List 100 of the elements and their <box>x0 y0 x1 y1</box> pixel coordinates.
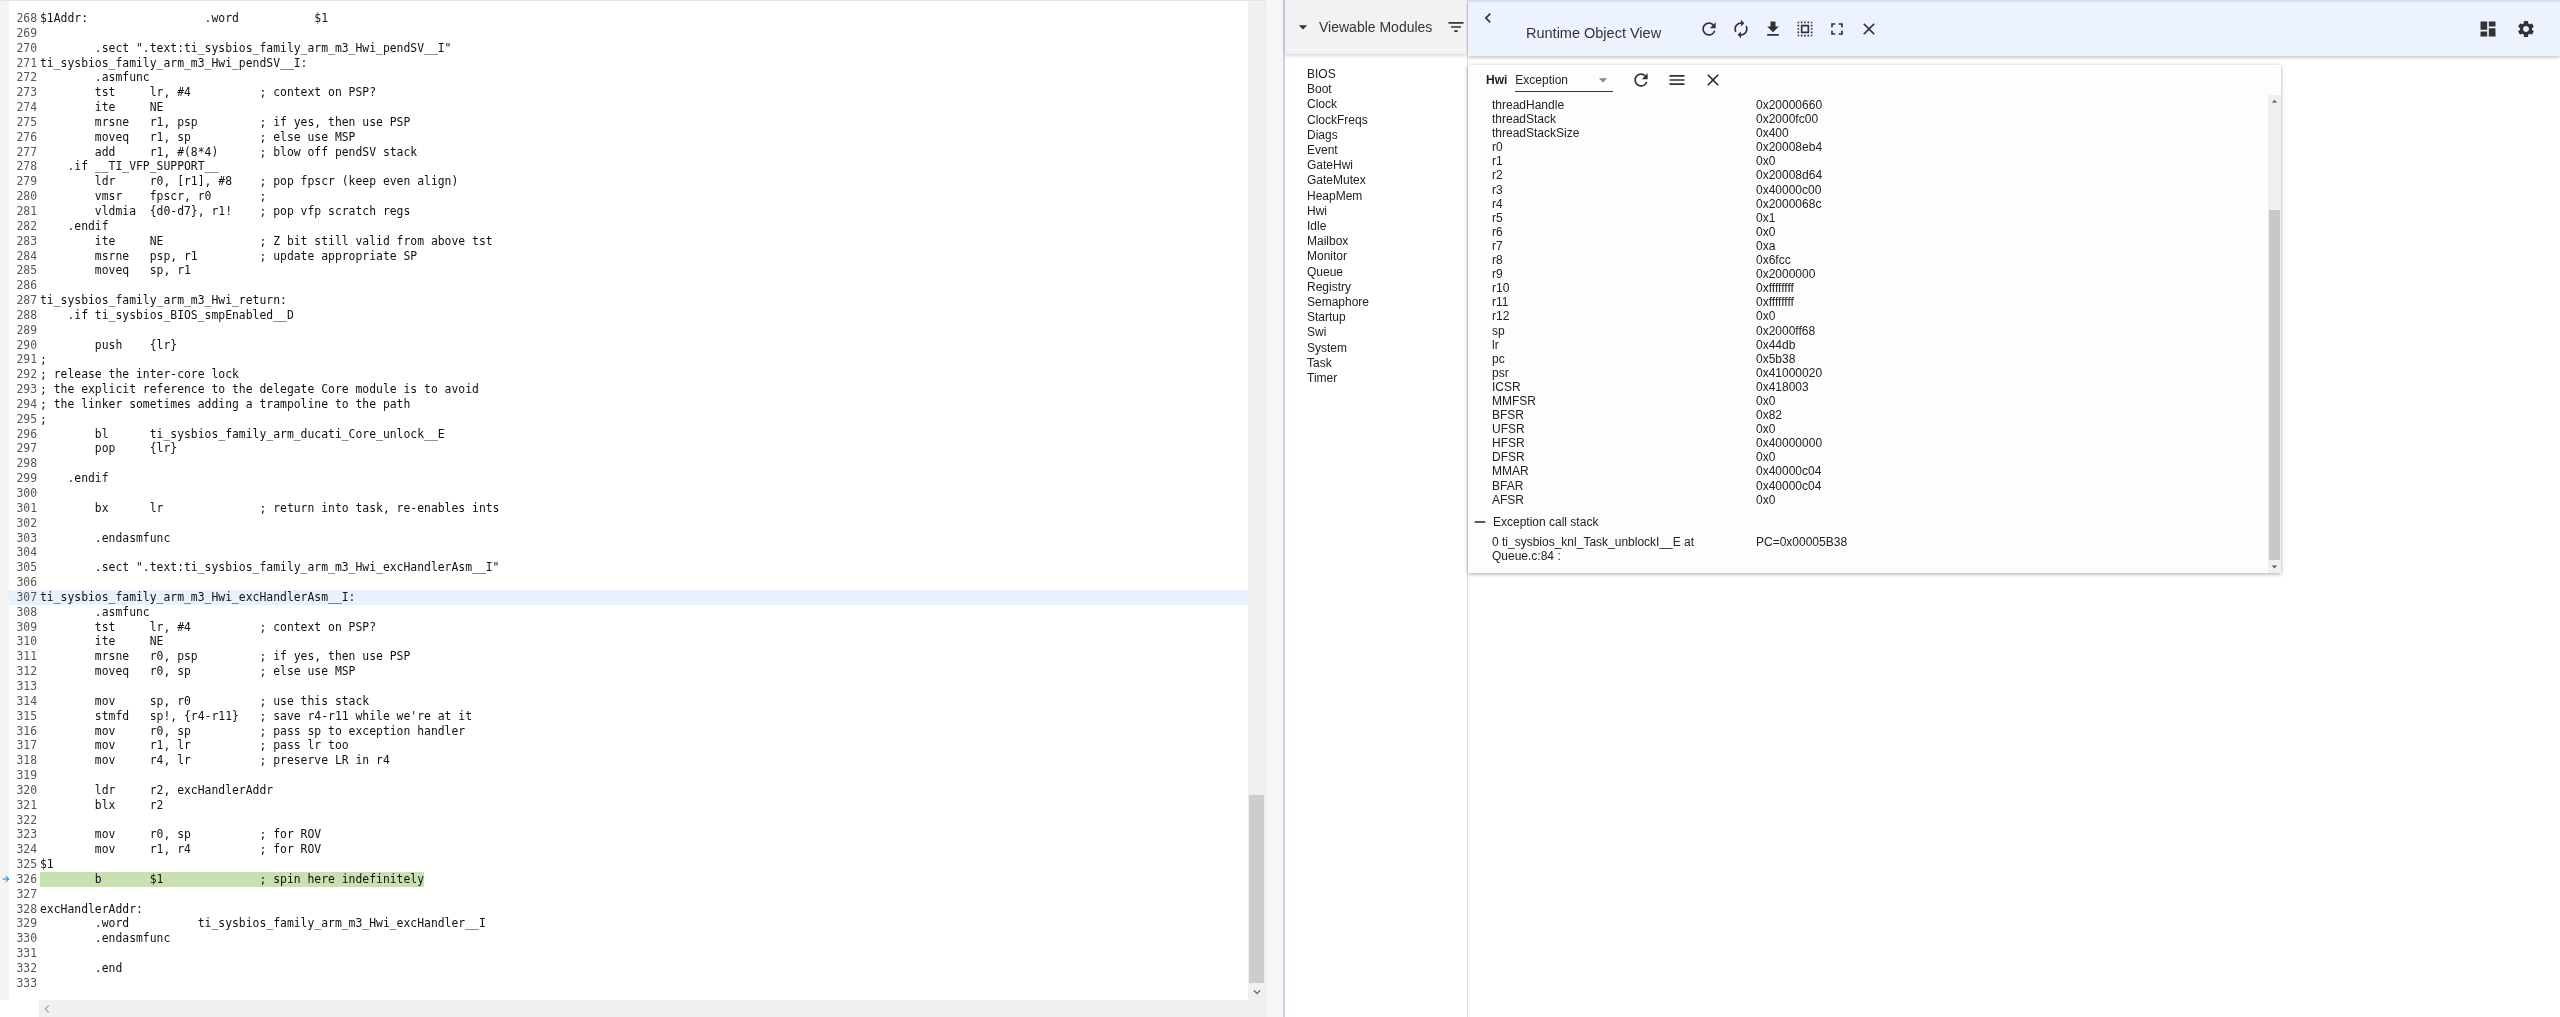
line-number: 271 <box>15 55 38 71</box>
line-number: 279 <box>15 174 38 190</box>
code-line: bl ti_sysbios_family_arm_ducati_Core_unlock__E <box>93 426 445 442</box>
line-number: 300 <box>15 486 38 501</box>
module-item[interactable]: Startup <box>1307 310 1467 326</box>
line-number: 308 <box>15 604 38 620</box>
module-item[interactable]: Queue <box>1307 264 1467 280</box>
code-line: tst lr, #4 ; context on PSP? <box>93 619 377 635</box>
horizontal-scrollbar[interactable] <box>39 1000 1265 1017</box>
code-line: blx r2 <box>93 797 164 813</box>
code-line: .end <box>93 961 123 976</box>
line-number: 333 <box>15 975 38 991</box>
code-line: .word ti_sysbios_family_arm_m3_Hwi_excHandler__I <box>93 916 486 932</box>
module-item[interactable]: Idle <box>1307 219 1467 235</box>
line-number: 311 <box>15 649 38 665</box>
frame-pc: PC=0x00005B38 <box>1756 534 1849 551</box>
line-number: 304 <box>15 545 38 561</box>
module-item[interactable]: System <box>1307 340 1467 356</box>
module-item[interactable]: BIOS <box>1307 67 1467 83</box>
line-number: 281 <box>15 203 38 219</box>
line-number: 312 <box>15 664 38 679</box>
code-line: ti_sysbios_family_arm_m3_Hwi_pendSV__I: <box>40 55 308 71</box>
module-item[interactable]: Clock <box>1307 97 1467 113</box>
field-value: 0x20008eb4 <box>1756 140 1824 155</box>
code-line: $1Addr: .word $1 <box>40 11 329 26</box>
code-line: ; the explicit reference to the delegate Core module is to avoid <box>40 382 479 397</box>
module-item[interactable]: GateMutex <box>1307 173 1467 189</box>
field-name: lr <box>1492 337 1499 352</box>
panel-title: Viewable Modules <box>1319 19 1433 35</box>
line-number: 280 <box>15 189 38 204</box>
code-line: mov r4, lr ; preserve LR in r4 <box>93 753 390 769</box>
field-name: DFSR <box>1492 450 1526 465</box>
field-value: 0x40000000 <box>1756 436 1824 451</box>
line-number: 307 <box>15 589 38 605</box>
module-item[interactable]: Task <box>1307 355 1467 372</box>
code-line: .endif <box>66 218 109 234</box>
vertical-scrollbar[interactable] <box>2268 95 2281 573</box>
field-value: 0xa <box>1756 238 1777 254</box>
module-item[interactable]: Semaphore <box>1307 295 1467 311</box>
field-name: sp <box>1492 323 1506 338</box>
code-line: ; <box>40 352 47 368</box>
line-number: 329 <box>15 916 38 932</box>
line-number: 285 <box>15 263 38 279</box>
module-item[interactable]: Boot <box>1307 82 1467 98</box>
module-item[interactable]: Hwi <box>1307 203 1467 220</box>
line-number: 283 <box>15 233 38 249</box>
field-value: 0x82 <box>1756 408 1784 423</box>
code-line: moveq r0, sp ; else use MSP <box>93 664 356 679</box>
code-line: bx lr ; return into task, re-enables ints <box>93 500 500 516</box>
field-name: HFSR <box>1492 436 1526 451</box>
module-item[interactable]: Mailbox <box>1307 234 1467 250</box>
field-name: r5 <box>1492 210 1504 225</box>
code-line: moveq r1, sp ; else use MSP <box>93 129 356 145</box>
vertical-scrollbar[interactable] <box>1248 1 1265 1000</box>
view-select[interactable]: Exception <box>1515 68 1614 92</box>
line-number: 291 <box>15 352 38 368</box>
code-line: vldmia {d0-d7}, r1! ; pop vfp scratch regs <box>93 203 411 219</box>
module-item[interactable]: Swi <box>1307 325 1467 341</box>
field-value: 0x400 <box>1756 126 1790 141</box>
scrollbar-thumb[interactable] <box>1249 795 1264 983</box>
line-number: 323 <box>15 827 38 843</box>
code-line: vmsr fpscr, r0 ; <box>93 189 267 204</box>
module-item[interactable]: HeapMem <box>1307 188 1467 204</box>
scrollbar-thumb[interactable] <box>2269 210 2280 560</box>
code-line: mov r0, sp ; for ROV <box>93 827 322 843</box>
line-number: 314 <box>15 693 38 709</box>
module-item[interactable]: GateHwi <box>1307 158 1467 174</box>
code-line: ldr r2, excHandlerAddr <box>93 782 274 798</box>
module-item[interactable]: Event <box>1307 143 1467 159</box>
line-number: 324 <box>15 842 38 858</box>
module-item[interactable]: ClockFreqs <box>1307 112 1467 128</box>
module-item[interactable]: Diags <box>1307 127 1467 143</box>
line-number: 273 <box>15 85 38 101</box>
line-number: 270 <box>15 40 38 56</box>
field-value: 0x20008d64 <box>1756 168 1824 183</box>
field-value: 0x2000000 <box>1756 267 1817 282</box>
execution-line-text: b $1 ; spin here indefinitely <box>40 871 425 887</box>
line-number: 310 <box>15 634 38 650</box>
field-name: MMFSR <box>1492 393 1537 409</box>
field-value: 0x40000c04 <box>1756 478 1823 493</box>
code-line: ite NE ; Z bit still valid from above tst <box>93 233 493 249</box>
line-number: 303 <box>15 530 38 546</box>
line-number: 322 <box>15 812 38 828</box>
code-line: stmfd sp!, {r4-r11} ; save r4-r11 while we're at it <box>93 708 473 724</box>
code-line: .asmfunc <box>93 70 150 86</box>
line-number: 301 <box>15 500 38 516</box>
field-value: 0x2000068c <box>1756 196 1823 211</box>
code-line: .sect ".text:ti_sysbios_family_arm_m3_Hwi_excHandlerAsm__I" <box>93 560 500 576</box>
module-item[interactable]: Registry <box>1307 279 1467 296</box>
code-line: excHandlerAddr: <box>40 901 143 917</box>
line-number: 277 <box>15 144 38 160</box>
module-item[interactable]: Monitor <box>1307 249 1467 265</box>
line-number: 294 <box>15 396 38 412</box>
code-line: mrsne r1, psp ; if yes, then use PSP <box>93 114 411 130</box>
line-number: 278 <box>15 159 38 175</box>
line-number: 331 <box>15 946 38 961</box>
field-name: r10 <box>1492 281 1511 296</box>
line-number: 332 <box>15 961 38 976</box>
line-number: 297 <box>15 441 38 457</box>
module-item[interactable]: Timer <box>1307 371 1467 387</box>
